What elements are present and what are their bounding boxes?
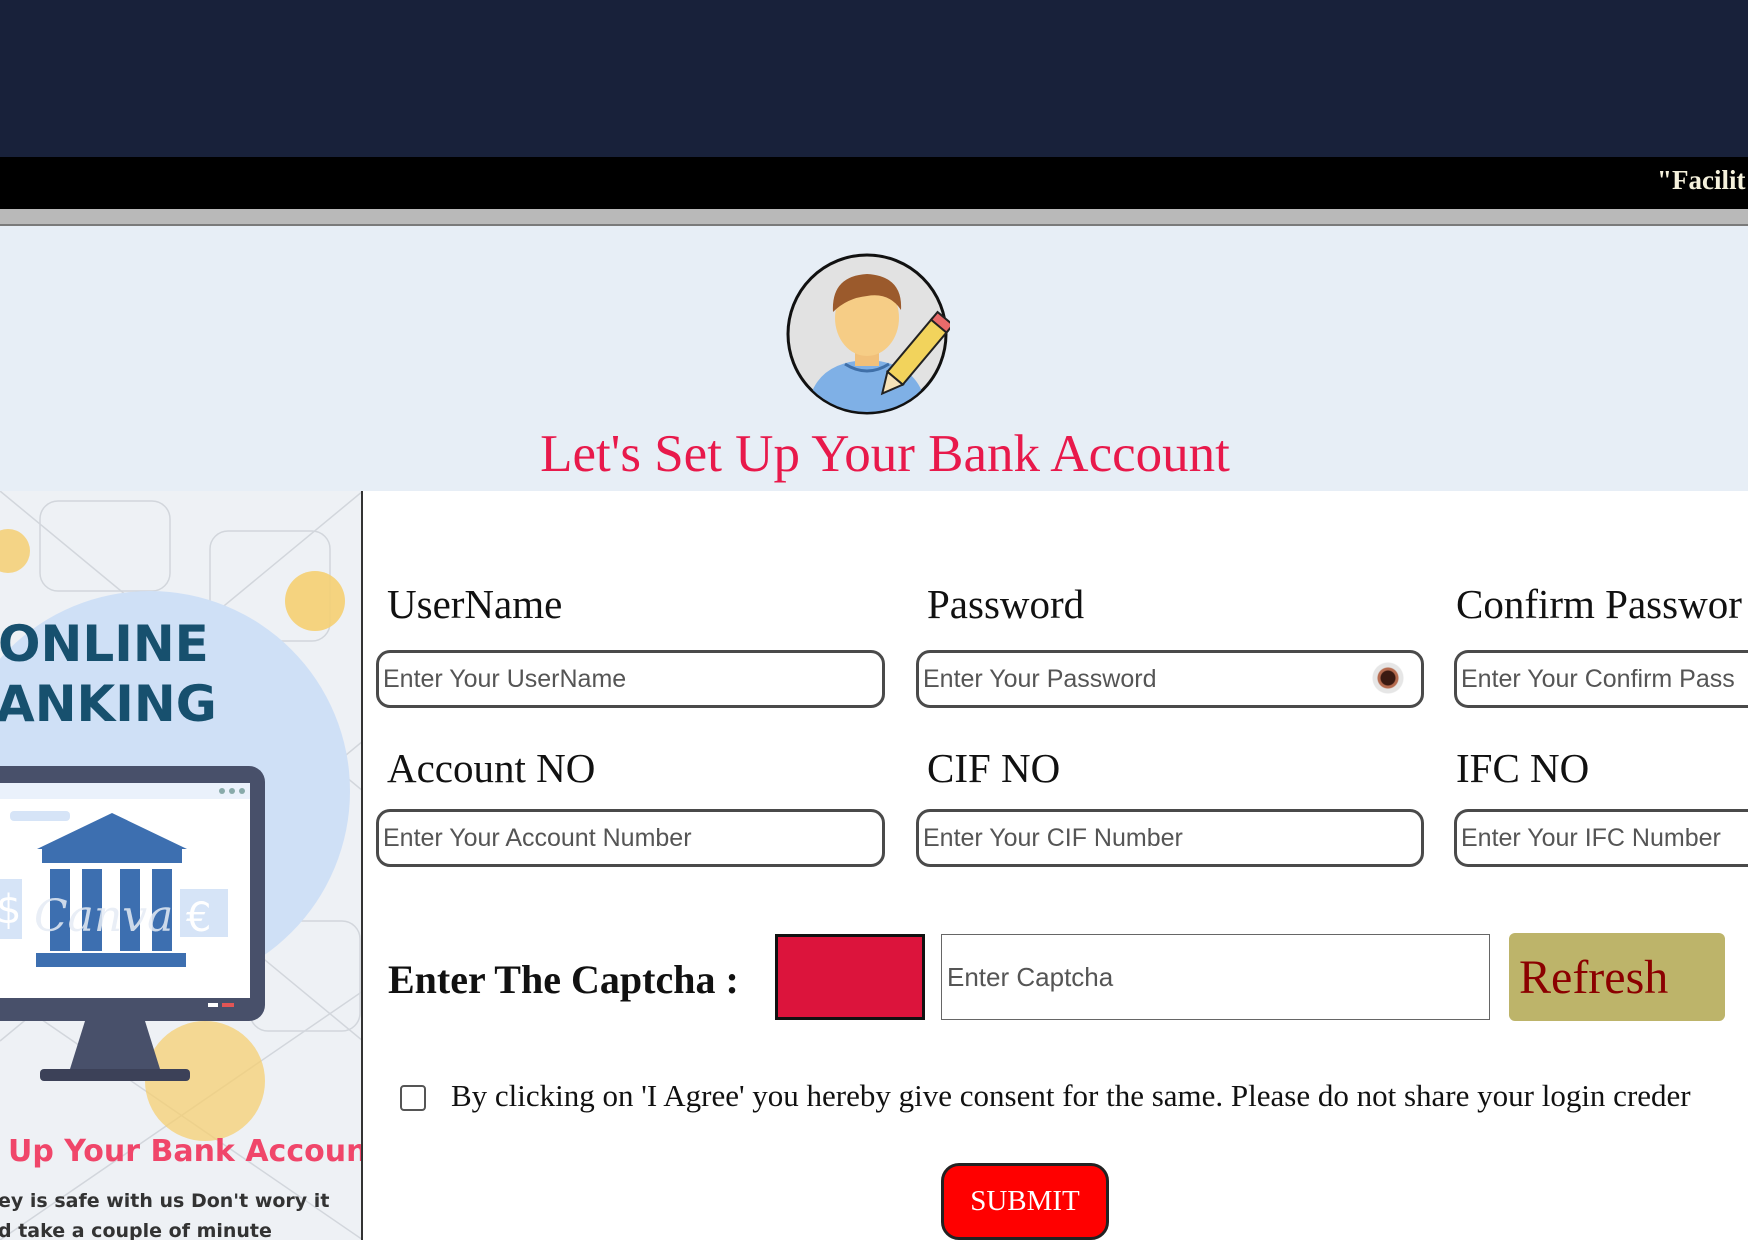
username-input[interactable] <box>376 650 885 708</box>
header-divider <box>0 209 1748 226</box>
promo-tagline: Up Your Bank Account <box>8 1134 363 1169</box>
captcha-label: Enter The Captcha : <box>388 957 739 1002</box>
username-label: UserName <box>387 581 563 627</box>
promo-heading-line1: ONLINE <box>0 615 209 673</box>
ifc-no-label: IFC NO <box>1456 745 1590 791</box>
cif-number-input[interactable] <box>916 809 1424 867</box>
eye-icon[interactable] <box>1372 662 1404 694</box>
marquee-text: "Facilit <box>1657 165 1746 195</box>
top-header-bar <box>0 0 1748 157</box>
submit-button[interactable]: SUBMIT <box>941 1163 1109 1240</box>
password-input[interactable] <box>916 650 1424 708</box>
confirm-password-label: Confirm Passwor <box>1456 581 1742 627</box>
captcha-input[interactable] <box>941 934 1490 1020</box>
promo-banner: ONLINE ANKING $ € Canva Up Your Bank Acc… <box>0 491 363 1240</box>
announcement-marquee: "Facilit <box>0 157 1748 209</box>
agree-checkbox[interactable] <box>400 1085 426 1111</box>
promo-subtext-line1: ey is safe with us Don't wory it <box>0 1190 329 1212</box>
user-edit-icon <box>786 253 950 415</box>
ifc-number-input[interactable] <box>1454 809 1748 867</box>
promo-illustration: ONLINE ANKING $ € Canva Up Your Bank Acc… <box>0 491 363 1240</box>
svg-text:€: € <box>186 895 211 941</box>
account-no-label: Account NO <box>387 745 596 791</box>
password-label: Password <box>927 581 1085 627</box>
page-title: Let's Set Up Your Bank Account <box>540 425 1230 483</box>
account-number-input[interactable] <box>376 809 885 867</box>
agreement-text: By clicking on 'I Agree' you hereby give… <box>451 1078 1691 1113</box>
captcha-image <box>775 934 925 1020</box>
promo-heading-line2: ANKING <box>0 675 217 733</box>
promo-watermark: Canva <box>34 891 173 942</box>
cif-no-label: CIF NO <box>927 745 1061 791</box>
svg-text:$: $ <box>0 887 21 933</box>
confirm-password-input[interactable] <box>1454 650 1748 708</box>
refresh-captcha-button[interactable]: Refresh <box>1509 933 1725 1021</box>
promo-subtext-line2: d take a couple of minute <box>0 1220 272 1240</box>
